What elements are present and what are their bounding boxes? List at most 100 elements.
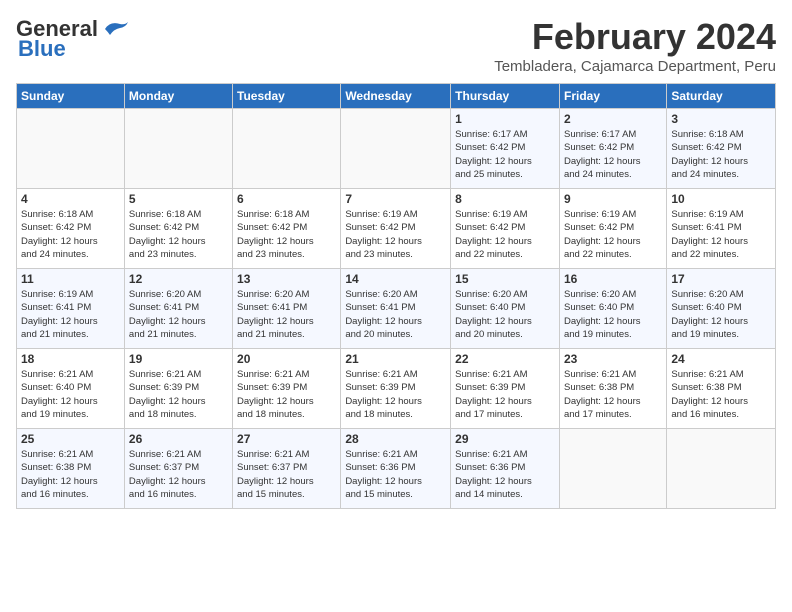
day-info: Sunrise: 6:20 AM Sunset: 6:41 PM Dayligh… <box>345 288 446 341</box>
day-info: Sunrise: 6:20 AM Sunset: 6:40 PM Dayligh… <box>455 288 555 341</box>
calendar-cell <box>559 429 666 509</box>
calendar-day-header: Saturday <box>667 84 776 109</box>
calendar-table: SundayMondayTuesdayWednesdayThursdayFrid… <box>16 83 776 509</box>
calendar-cell: 10 Sunrise: 6:19 AM Sunset: 6:41 PM Dayli… <box>667 189 776 269</box>
day-info: Sunrise: 6:19 AM Sunset: 6:41 PM Dayligh… <box>671 208 771 261</box>
day-number: 5 <box>129 192 228 206</box>
day-info: Sunrise: 6:20 AM Sunset: 6:40 PM Dayligh… <box>564 288 662 341</box>
title-block: February 2024 Tembladera, Cajamarca Depa… <box>494 16 776 75</box>
calendar-cell <box>667 429 776 509</box>
day-info: Sunrise: 6:18 AM Sunset: 6:42 PM Dayligh… <box>671 128 771 181</box>
day-number: 17 <box>671 272 771 286</box>
day-info: Sunrise: 6:21 AM Sunset: 6:36 PM Dayligh… <box>455 448 555 501</box>
calendar-cell: 19Sunrise: 6:21 AM Sunset: 6:39 PM Dayli… <box>124 349 232 429</box>
day-info: Sunrise: 6:18 AM Sunset: 6:42 PM Dayligh… <box>129 208 228 261</box>
day-info: Sunrise: 6:21 AM Sunset: 6:38 PM Dayligh… <box>564 368 662 421</box>
calendar-cell: 16Sunrise: 6:20 AM Sunset: 6:40 PM Dayli… <box>559 269 666 349</box>
calendar-cell: 18 Sunrise: 6:21 AM Sunset: 6:40 PM Dayli… <box>17 349 125 429</box>
day-info: Sunrise: 6:19 AM Sunset: 6:42 PM Dayligh… <box>455 208 555 261</box>
calendar-cell: 1 Sunrise: 6:17 AM Sunset: 6:42 PM Daylig… <box>451 109 560 189</box>
calendar-week-row: 1 Sunrise: 6:17 AM Sunset: 6:42 PM Daylig… <box>17 109 776 189</box>
calendar-cell: 17Sunrise: 6:20 AM Sunset: 6:40 PM Dayli… <box>667 269 776 349</box>
day-number: 7 <box>345 192 446 206</box>
day-info: Sunrise: 6:20 AM Sunset: 6:41 PM Dayligh… <box>237 288 336 341</box>
day-number: 24 <box>671 352 771 366</box>
calendar-cell: 9 Sunrise: 6:19 AM Sunset: 6:42 PM Daylig… <box>559 189 666 269</box>
calendar-day-header: Friday <box>559 84 666 109</box>
day-info: Sunrise: 6:21 AM Sunset: 6:39 PM Dayligh… <box>129 368 228 421</box>
calendar-cell: 15Sunrise: 6:20 AM Sunset: 6:40 PM Dayli… <box>451 269 560 349</box>
calendar-cell: 3 Sunrise: 6:18 AM Sunset: 6:42 PM Daylig… <box>667 109 776 189</box>
calendar-day-header: Monday <box>124 84 232 109</box>
day-info: Sunrise: 6:18 AM Sunset: 6:42 PM Dayligh… <box>21 208 120 261</box>
day-number: 13 <box>237 272 336 286</box>
calendar-cell: 5 Sunrise: 6:18 AM Sunset: 6:42 PM Daylig… <box>124 189 232 269</box>
day-number: 29 <box>455 432 555 446</box>
day-number: 12 <box>129 272 228 286</box>
day-info: Sunrise: 6:19 AM Sunset: 6:41 PM Dayligh… <box>21 288 120 341</box>
day-number: 2 <box>564 112 662 126</box>
day-info: Sunrise: 6:21 AM Sunset: 6:39 PM Dayligh… <box>455 368 555 421</box>
calendar-cell: 2 Sunrise: 6:17 AM Sunset: 6:42 PM Daylig… <box>559 109 666 189</box>
logo-bird-icon <box>100 19 130 39</box>
month-title: February 2024 <box>494 16 776 58</box>
logo: General Blue <box>16 16 130 62</box>
calendar-cell: 22 Sunrise: 6:21 AM Sunset: 6:39 PM Dayli… <box>451 349 560 429</box>
day-info: Sunrise: 6:21 AM Sunset: 6:36 PM Dayligh… <box>345 448 446 501</box>
calendar-cell: 21Sunrise: 6:21 AM Sunset: 6:39 PM Dayli… <box>341 349 451 429</box>
calendar-week-row: 11 Sunrise: 6:19 AM Sunset: 6:41 PM Dayli… <box>17 269 776 349</box>
calendar-cell: 28 Sunrise: 6:21 AM Sunset: 6:36 PM Dayli… <box>341 429 451 509</box>
day-number: 10 <box>671 192 771 206</box>
day-number: 8 <box>455 192 555 206</box>
calendar-cell: 23 Sunrise: 6:21 AM Sunset: 6:38 PM Dayli… <box>559 349 666 429</box>
calendar-cell <box>233 109 341 189</box>
calendar-cell <box>341 109 451 189</box>
day-number: 28 <box>345 432 446 446</box>
day-info: Sunrise: 6:18 AM Sunset: 6:42 PM Dayligh… <box>237 208 336 261</box>
calendar-cell: 13 Sunrise: 6:20 AM Sunset: 6:41 PM Dayli… <box>233 269 341 349</box>
day-info: Sunrise: 6:21 AM Sunset: 6:38 PM Dayligh… <box>671 368 771 421</box>
day-info: Sunrise: 6:21 AM Sunset: 6:38 PM Dayligh… <box>21 448 120 501</box>
calendar-day-header: Tuesday <box>233 84 341 109</box>
day-info: Sunrise: 6:19 AM Sunset: 6:42 PM Dayligh… <box>564 208 662 261</box>
day-info: Sunrise: 6:17 AM Sunset: 6:42 PM Dayligh… <box>455 128 555 181</box>
calendar-day-header: Sunday <box>17 84 125 109</box>
calendar-cell: 25 Sunrise: 6:21 AM Sunset: 6:38 PM Dayli… <box>17 429 125 509</box>
calendar-week-row: 18 Sunrise: 6:21 AM Sunset: 6:40 PM Dayli… <box>17 349 776 429</box>
calendar-header-row: SundayMondayTuesdayWednesdayThursdayFrid… <box>17 84 776 109</box>
day-info: Sunrise: 6:17 AM Sunset: 6:42 PM Dayligh… <box>564 128 662 181</box>
location-subtitle: Tembladera, Cajamarca Department, Peru <box>494 58 776 75</box>
page-header: General Blue February 2024 Tembladera, C… <box>16 16 776 75</box>
calendar-cell: 4 Sunrise: 6:18 AM Sunset: 6:42 PM Daylig… <box>17 189 125 269</box>
day-number: 9 <box>564 192 662 206</box>
day-number: 4 <box>21 192 120 206</box>
calendar-cell: 14Sunrise: 6:20 AM Sunset: 6:41 PM Dayli… <box>341 269 451 349</box>
day-number: 20 <box>237 352 336 366</box>
calendar-cell: 29 Sunrise: 6:21 AM Sunset: 6:36 PM Dayli… <box>451 429 560 509</box>
day-number: 11 <box>21 272 120 286</box>
day-info: Sunrise: 6:21 AM Sunset: 6:39 PM Dayligh… <box>237 368 336 421</box>
calendar-day-header: Wednesday <box>341 84 451 109</box>
day-number: 26 <box>129 432 228 446</box>
day-info: Sunrise: 6:20 AM Sunset: 6:41 PM Dayligh… <box>129 288 228 341</box>
day-number: 27 <box>237 432 336 446</box>
day-number: 18 <box>21 352 120 366</box>
day-info: Sunrise: 6:21 AM Sunset: 6:40 PM Dayligh… <box>21 368 120 421</box>
day-number: 23 <box>564 352 662 366</box>
day-number: 25 <box>21 432 120 446</box>
calendar-cell <box>17 109 125 189</box>
calendar-cell: 7Sunrise: 6:19 AM Sunset: 6:42 PM Daylig… <box>341 189 451 269</box>
day-number: 1 <box>455 112 555 126</box>
day-info: Sunrise: 6:21 AM Sunset: 6:39 PM Dayligh… <box>345 368 446 421</box>
day-number: 22 <box>455 352 555 366</box>
calendar-cell: 6 Sunrise: 6:18 AM Sunset: 6:42 PM Daylig… <box>233 189 341 269</box>
day-number: 6 <box>237 192 336 206</box>
calendar-week-row: 25 Sunrise: 6:21 AM Sunset: 6:38 PM Dayli… <box>17 429 776 509</box>
calendar-cell: 20 Sunrise: 6:21 AM Sunset: 6:39 PM Dayli… <box>233 349 341 429</box>
day-info: Sunrise: 6:21 AM Sunset: 6:37 PM Dayligh… <box>237 448 336 501</box>
day-number: 3 <box>671 112 771 126</box>
day-info: Sunrise: 6:21 AM Sunset: 6:37 PM Dayligh… <box>129 448 228 501</box>
calendar-cell: 8 Sunrise: 6:19 AM Sunset: 6:42 PM Daylig… <box>451 189 560 269</box>
calendar-cell: 11 Sunrise: 6:19 AM Sunset: 6:41 PM Dayli… <box>17 269 125 349</box>
calendar-cell: 24 Sunrise: 6:21 AM Sunset: 6:38 PM Dayli… <box>667 349 776 429</box>
